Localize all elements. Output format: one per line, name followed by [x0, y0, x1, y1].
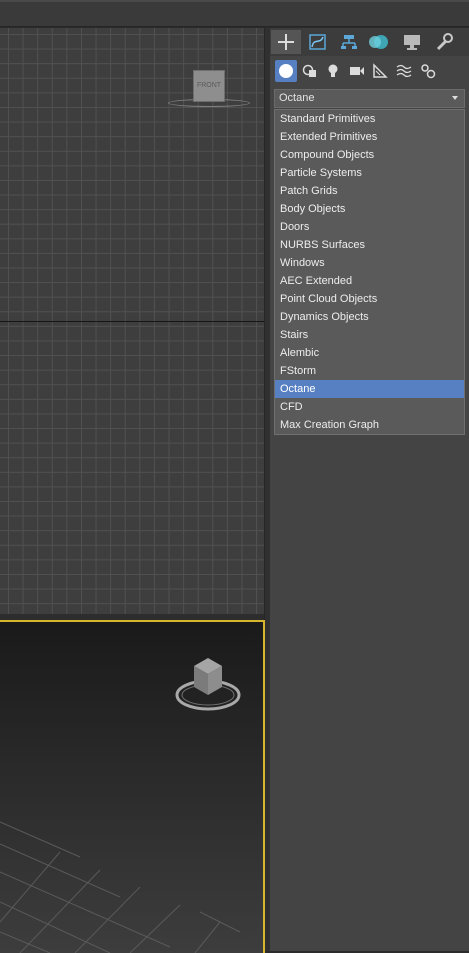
shapes-icon [302, 64, 316, 77]
front-viewport[interactable]: FRONT [0, 28, 264, 614]
modify-tab[interactable] [303, 30, 333, 54]
viewport-axis-line [0, 321, 264, 322]
hierarchy-icon [341, 35, 357, 49]
object-type-dropdown[interactable]: Octane [274, 89, 465, 108]
hierarchy-tab[interactable] [334, 30, 364, 54]
viewcube-label: FRONT [196, 82, 222, 89]
cameras-icon [350, 67, 364, 75]
dropdown-option[interactable]: Doors [275, 218, 464, 236]
modify-curve-icon [309, 34, 326, 50]
dropdown-option[interactable]: Patch Grids [275, 182, 464, 200]
geometry-subtab[interactable] [275, 60, 297, 82]
perspective-grid [0, 821, 241, 953]
top-strip [0, 0, 469, 27]
create-plus-icon [278, 34, 294, 50]
dropdown-option[interactable]: Body Objects [275, 200, 464, 218]
systems-subtab[interactable] [417, 60, 439, 82]
command-panel: Octane Standard Primitives Extended Prim… [270, 28, 469, 951]
lights-bulb-icon [328, 64, 338, 77]
shapes-subtab[interactable] [299, 60, 321, 82]
helpers-subtab[interactable] [369, 60, 391, 82]
create-category-tabs [270, 58, 469, 84]
dropdown-option[interactable]: Point Cloud Objects [275, 290, 464, 308]
perspective-scene [0, 658, 241, 953]
object-type-dropdown-list: Standard Primitives Extended Primitives … [274, 109, 465, 435]
dropdown-arrow-icon [452, 96, 458, 100]
dropdown-selected-value: Octane [279, 92, 315, 104]
lights-subtab[interactable] [322, 60, 344, 82]
create-tab[interactable] [271, 30, 301, 54]
command-panel-tabs [270, 28, 469, 56]
display-monitor-icon [404, 35, 420, 50]
dropdown-option[interactable]: Standard Primitives [275, 110, 464, 128]
dropdown-option[interactable]: Windows [275, 254, 464, 272]
cameras-subtab[interactable] [346, 60, 368, 82]
dropdown-option[interactable]: Stairs [275, 326, 464, 344]
viewcube[interactable]: FRONT [193, 70, 225, 102]
perspective-viewport[interactable] [0, 620, 265, 953]
display-tab[interactable] [397, 30, 427, 54]
utilities-wrench-icon [436, 33, 453, 51]
dropdown-option[interactable]: Extended Primitives [275, 128, 464, 146]
space-warps-subtab[interactable] [393, 60, 415, 82]
dropdown-option[interactable]: Octane [275, 380, 464, 398]
perspective-viewcube [175, 658, 241, 711]
dropdown-option[interactable]: CFD [275, 398, 464, 416]
dropdown-option[interactable]: Alembic [275, 344, 464, 362]
systems-gears-icon [421, 64, 436, 79]
dropdown-option[interactable]: AEC Extended [275, 272, 464, 290]
helpers-icon [373, 63, 388, 78]
utilities-tab[interactable] [429, 30, 459, 54]
dropdown-option[interactable]: FStorm [275, 362, 464, 380]
geometry-sphere-icon [279, 64, 293, 78]
space-warps-icon [396, 64, 412, 78]
dropdown-option[interactable]: Compound Objects [275, 146, 464, 164]
motion-icon [369, 35, 388, 49]
motion-tab[interactable] [365, 30, 395, 54]
dropdown-option[interactable]: NURBS Surfaces [275, 236, 464, 254]
dropdown-option[interactable]: Particle Systems [275, 164, 464, 182]
dropdown-option[interactable]: Dynamics Objects [275, 308, 464, 326]
dropdown-option[interactable]: Max Creation Graph [275, 416, 464, 434]
